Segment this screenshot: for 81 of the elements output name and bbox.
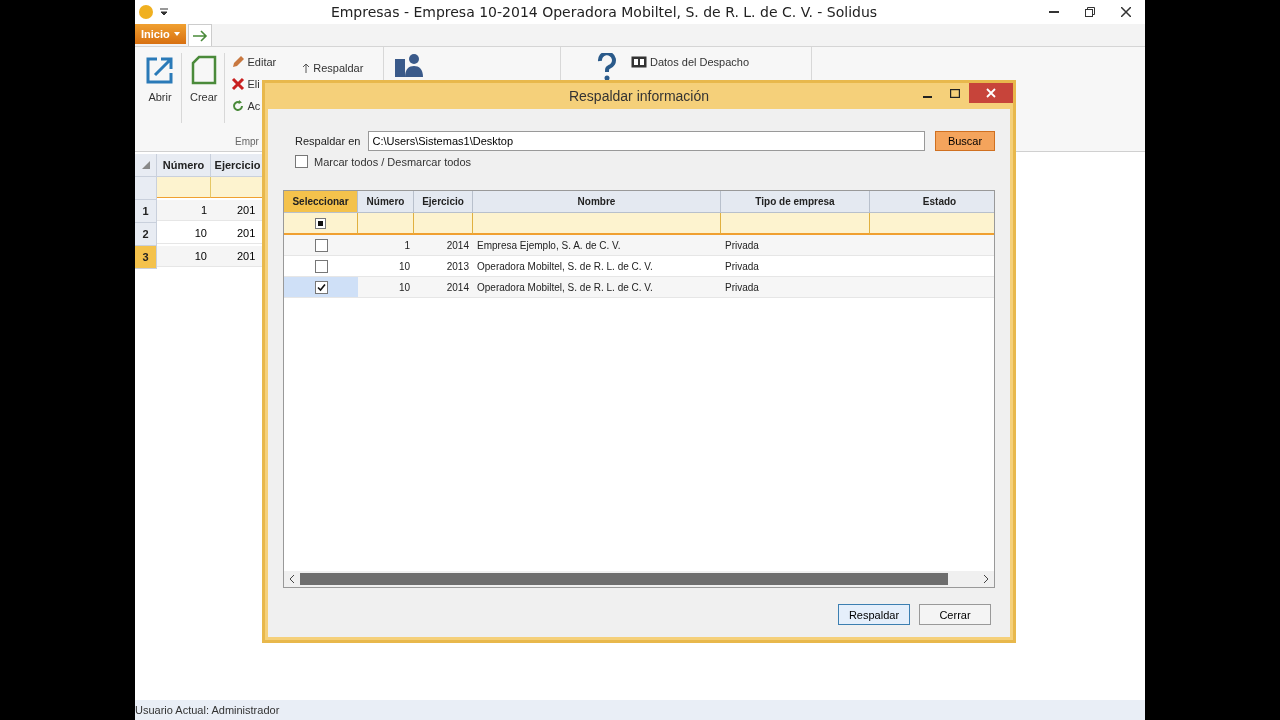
scrollbar-thumb[interactable] [300,573,948,585]
select-all-icon [141,161,150,169]
dialog-title: Respaldar información [567,88,711,104]
quick-access-menu-icon[interactable] [159,7,169,17]
filter-cell[interactable] [284,213,358,235]
column-header[interactable]: Seleccionar [284,191,358,213]
pencil-icon [230,55,245,69]
backup-button[interactable]: Respaldar [302,59,364,77]
ribbon-button[interactable]: Abrir [139,53,182,123]
column-header[interactable]: Tipo de empresa [721,191,870,213]
checkbox[interactable] [314,280,328,294]
table-cell: Operadora Mobiltel, S. de R. L. de C. V. [473,277,721,298]
refresh-icon [230,99,245,113]
table-cell: 10 [157,246,211,267]
filter-cell[interactable] [721,213,870,235]
people-icon [394,53,424,77]
app-logo-icon [139,5,153,19]
select-cell[interactable] [284,235,358,256]
checkbox-label: Marcar todos / Desmarcar todos [314,155,472,168]
checkbox[interactable] [314,238,328,252]
row-header[interactable]: 3 [135,246,157,269]
filter-cell[interactable] [157,177,211,198]
status-bar: Usuario Actual: Administrador [135,700,1145,720]
maximize-icon [950,88,960,98]
dialog-button[interactable]: Respaldar [838,604,910,625]
group-label: Empr [235,136,259,147]
checkbox[interactable] [314,259,328,273]
ribbon-button[interactable]: Editar [230,53,277,71]
row-header [135,177,157,200]
table-cell: Privada [721,235,870,256]
chevron-right-icon [983,575,989,583]
path-field[interactable]: C:\Users\Sistemas1\Desktop [368,131,925,151]
column-header[interactable]: Número [358,191,414,213]
filter-checkbox[interactable] [315,217,326,229]
caret-icon [173,32,180,36]
select-cell[interactable] [284,277,358,298]
table-cell: Empresa Ejemplo, S. A. de C. V. [473,235,721,256]
column-header: Ejercicio [211,154,265,177]
minimize-icon [922,96,932,98]
dialog-button[interactable]: Cerrar [919,604,991,625]
arrow-up-icon [302,63,311,73]
delete-icon [230,77,245,91]
browse-button[interactable]: Buscar [935,131,995,151]
close-icon [986,88,996,98]
ribbon-button[interactable]: Ac [230,97,277,115]
column-header: Número [157,154,211,177]
help-icon[interactable] [597,53,617,81]
close-icon [1121,7,1131,17]
column-header[interactable]: Nombre [473,191,721,213]
path-label: Respaldar en [295,135,361,147]
chevron-left-icon [289,575,295,583]
row-header[interactable]: 1 [135,200,157,223]
filter-cell[interactable] [870,213,994,235]
column-header[interactable]: Estado [870,191,994,213]
table-cell: 1 [358,235,414,256]
table-cell: 10 [358,277,414,298]
filter-cell[interactable] [358,213,414,235]
open-external-icon [145,55,175,85]
new-document-icon [190,55,217,85]
table-cell: 2014 [414,235,473,256]
row-header[interactable]: 2 [135,223,157,246]
arrow-tab[interactable] [187,24,212,46]
filter-cell[interactable] [473,213,721,235]
column-header[interactable]: Ejercicio [414,191,473,213]
table-cell: 1 [157,200,211,221]
office-data-button[interactable]: Datos del Despacho [631,53,750,71]
filter-cell[interactable] [414,213,473,235]
table-cell: 2014 [414,277,473,298]
table-cell: 201 [211,200,265,221]
ribbon-button[interactable]: Eli [230,75,277,93]
ribbon-button[interactable]: Crear [184,53,225,123]
minimize-icon [1049,11,1059,13]
table-cell: Privada [721,277,870,298]
table-cell: 201 [211,246,265,267]
id-card-icon [631,56,647,68]
arrow-right-icon [191,29,208,42]
window-title: Empresas - Empresa 10-2014 Operadora Mobiltel, S. de R. L. de C. V. - Solidus [329,4,879,20]
corner-cell[interactable] [135,154,157,177]
restore-icon [1085,7,1095,17]
checkbox[interactable] [295,155,308,168]
filter-cell[interactable] [211,177,265,198]
